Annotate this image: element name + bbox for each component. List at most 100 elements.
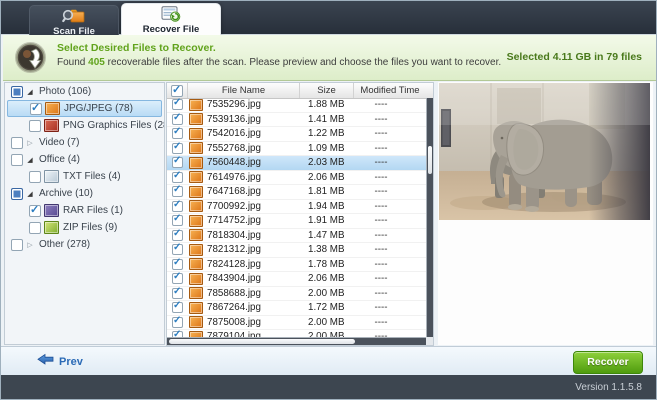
- row-checkbox[interactable]: [172, 215, 183, 226]
- file-size-cell: 2.00 MB: [295, 317, 349, 328]
- column-header-modified-time[interactable]: Modified Time: [354, 83, 426, 98]
- jpg-file-icon: [189, 99, 203, 111]
- row-checkbox[interactable]: [172, 230, 183, 241]
- file-name-cell: 7614976.jpg: [207, 172, 295, 183]
- version-label: Version 1.1.5.8: [575, 382, 642, 393]
- sidebar-tree-item[interactable]: JPG/JPEG (78): [7, 100, 162, 117]
- tree-item-checkbox[interactable]: [11, 239, 23, 251]
- horizontal-scrollbar[interactable]: [167, 337, 426, 345]
- file-name-cell: 7535296.jpg: [207, 99, 295, 110]
- prev-button-label: Prev: [59, 356, 83, 368]
- sidebar-tree-item[interactable]: Office (4): [7, 151, 162, 168]
- sidebar-tree-item[interactable]: Video (7): [7, 134, 162, 151]
- info-text: Select Desired Files to Recover. Found 4…: [57, 42, 501, 68]
- tree-expander-icon[interactable]: [25, 156, 35, 164]
- modified-time-cell: ----: [349, 244, 413, 255]
- tree-item-checkbox[interactable]: [29, 222, 41, 234]
- row-checkbox[interactable]: [172, 128, 183, 139]
- row-checkbox[interactable]: [172, 317, 183, 328]
- sidebar-tree-item[interactable]: RAR Files (1): [7, 202, 162, 219]
- modified-time-cell: ----: [349, 157, 413, 168]
- tree-item-checkbox[interactable]: [29, 171, 41, 183]
- tab-recover-file-label: Recover File: [143, 24, 200, 35]
- vertical-scrollbar[interactable]: [426, 98, 433, 337]
- recover-button[interactable]: Recover: [573, 351, 643, 374]
- sidebar-tree-item[interactable]: PNG Graphics Files (28): [7, 117, 162, 134]
- rar-file-icon: [44, 204, 59, 217]
- file-name-cell: 7552768.jpg: [207, 143, 295, 154]
- file-size-cell: 2.03 MB: [295, 157, 349, 168]
- tree-item-checkbox[interactable]: [29, 205, 41, 217]
- jpg-file-icon: [189, 258, 203, 270]
- tab-scan-file[interactable]: Scan File: [29, 5, 119, 35]
- jpg-file-icon: [189, 229, 203, 241]
- column-header-size[interactable]: Size: [300, 83, 354, 98]
- row-checkbox[interactable]: [172, 99, 183, 110]
- modified-time-cell: ----: [349, 201, 413, 212]
- jpg-file-icon: [189, 171, 203, 183]
- file-table-row[interactable]: 7542016.jpg 1.22 MB ----: [167, 127, 426, 142]
- tree-item-checkbox[interactable]: [11, 137, 23, 149]
- info-found-count: 405: [88, 57, 105, 68]
- row-checkbox[interactable]: [172, 288, 183, 299]
- sidebar-tree-item[interactable]: TXT Files (4): [7, 168, 162, 185]
- select-all-checkbox[interactable]: [171, 85, 183, 97]
- file-table-row[interactable]: 7560448.jpg 2.03 MB ----: [167, 156, 426, 171]
- file-name-cell: 7867264.jpg: [207, 302, 295, 313]
- file-table-row[interactable]: 7818304.jpg 1.47 MB ----: [167, 229, 426, 244]
- sidebar-tree-item[interactable]: ZIP Files (9): [7, 219, 162, 236]
- file-table-row[interactable]: 7858688.jpg 2.00 MB ----: [167, 287, 426, 302]
- modified-time-cell: ----: [349, 273, 413, 284]
- row-checkbox[interactable]: [172, 259, 183, 270]
- file-table-row[interactable]: 7700992.jpg 1.94 MB ----: [167, 200, 426, 215]
- row-checkbox[interactable]: [172, 143, 183, 154]
- row-checkbox[interactable]: [172, 273, 183, 284]
- tree-item-label: RAR Files (1): [63, 205, 123, 216]
- file-table-row[interactable]: 7614976.jpg 2.06 MB ----: [167, 171, 426, 186]
- tree-expander-icon[interactable]: [25, 241, 35, 249]
- modified-time-cell: ----: [349, 172, 413, 183]
- prev-button[interactable]: Prev: [37, 353, 83, 371]
- file-table-row[interactable]: 7824128.jpg 1.78 MB ----: [167, 258, 426, 273]
- tree-expander-icon[interactable]: [25, 139, 35, 147]
- horizontal-scrollbar-thumb[interactable]: [169, 339, 355, 344]
- file-table-row[interactable]: 7821312.jpg 1.38 MB ----: [167, 243, 426, 258]
- file-table-row[interactable]: 7879104.jpg 2.00 MB ----: [167, 330, 426, 337]
- tree-item-checkbox[interactable]: [11, 154, 23, 166]
- row-checkbox[interactable]: [172, 201, 183, 212]
- info-message: Found 405 recoverable files after the sc…: [57, 57, 501, 68]
- row-checkbox[interactable]: [172, 186, 183, 197]
- tree-item-checkbox[interactable]: [11, 188, 23, 200]
- tree-expander-icon[interactable]: [25, 88, 35, 96]
- file-table-row[interactable]: 7875008.jpg 2.00 MB ----: [167, 316, 426, 331]
- file-table-row[interactable]: 7647168.jpg 1.81 MB ----: [167, 185, 426, 200]
- tree-expander-icon[interactable]: [25, 190, 35, 198]
- row-checkbox[interactable]: [172, 114, 183, 125]
- file-name-cell: 7818304.jpg: [207, 230, 295, 241]
- file-table-row[interactable]: 7535296.jpg 1.88 MB ----: [167, 98, 426, 113]
- sidebar-tree-item[interactable]: Archive (10): [7, 185, 162, 202]
- tree-item-checkbox[interactable]: [30, 103, 42, 115]
- file-table-row[interactable]: 7714752.jpg 1.91 MB ----: [167, 214, 426, 229]
- vertical-scrollbar-thumb[interactable]: [428, 146, 432, 174]
- jpg-file-icon: [189, 200, 203, 212]
- file-table-row[interactable]: 7843904.jpg 2.06 MB ----: [167, 272, 426, 287]
- tab-recover-file[interactable]: Recover File: [121, 3, 221, 35]
- tree-item-checkbox[interactable]: [29, 120, 41, 132]
- file-size-cell: 1.81 MB: [295, 186, 349, 197]
- file-name-cell: 7714752.jpg: [207, 215, 295, 226]
- jpg-file-icon: [189, 142, 203, 154]
- sidebar-tree-item[interactable]: Photo (106): [7, 83, 162, 100]
- file-name-cell: 7700992.jpg: [207, 201, 295, 212]
- row-checkbox[interactable]: [172, 172, 183, 183]
- file-table-row[interactable]: 7539136.jpg 1.41 MB ----: [167, 113, 426, 128]
- file-table-row[interactable]: 7552768.jpg 1.09 MB ----: [167, 142, 426, 157]
- row-checkbox[interactable]: [172, 244, 183, 255]
- file-table-row[interactable]: 7867264.jpg 1.72 MB ----: [167, 301, 426, 316]
- row-checkbox[interactable]: [172, 157, 183, 168]
- sidebar-tree-item[interactable]: Other (278): [7, 236, 162, 253]
- column-header-file-name[interactable]: File Name: [188, 83, 300, 98]
- row-checkbox[interactable]: [172, 302, 183, 313]
- tree-item-checkbox[interactable]: [11, 86, 23, 98]
- zip-file-icon: [44, 221, 59, 234]
